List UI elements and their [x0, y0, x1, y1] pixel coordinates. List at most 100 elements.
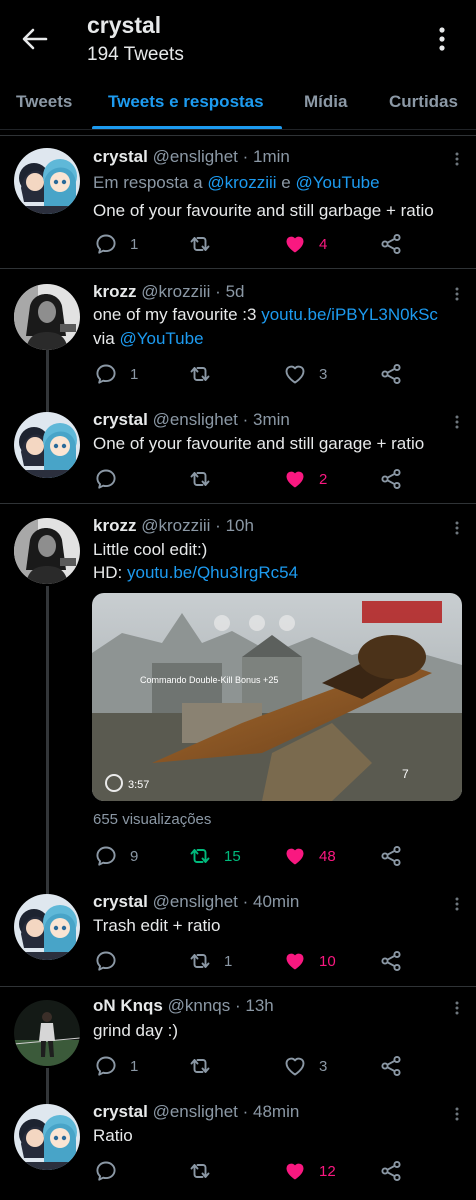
reply-prefix: Em resposta a	[93, 173, 203, 192]
tweet-menu-icon[interactable]	[452, 1106, 462, 1122]
tab-tweets[interactable]: Tweets	[16, 92, 72, 112]
share-icon	[379, 1159, 403, 1183]
tweet-menu-icon[interactable]	[452, 520, 462, 536]
timestamp: 13h	[245, 996, 274, 1015]
author-handle: @krozziii	[141, 282, 211, 301]
like-count: 3	[319, 1057, 328, 1075]
mention-link[interactable]: @YouTube	[119, 329, 203, 348]
mention-link[interactable]: @krozziii	[207, 173, 276, 192]
speech-bubble-icon	[94, 362, 118, 386]
reply-button[interactable]	[94, 467, 130, 491]
retweet-button[interactable]: 15	[188, 844, 241, 868]
author-name[interactable]: krozz	[93, 516, 136, 535]
vertical-dots-icon[interactable]	[432, 22, 452, 56]
reply-button[interactable]: 9	[94, 844, 138, 868]
share-icon	[379, 362, 403, 386]
tweet-text: Little cool edit:)	[93, 540, 208, 559]
heart-icon	[283, 844, 307, 868]
retweet-icon	[188, 232, 212, 256]
tweet-menu-icon[interactable]	[452, 896, 462, 912]
author-name[interactable]: crystal	[93, 892, 148, 911]
avatar[interactable]	[14, 894, 80, 960]
tweet-menu-icon[interactable]	[452, 1000, 462, 1016]
retweet-button[interactable]	[188, 1054, 224, 1078]
author-name[interactable]: oN Knqs	[93, 996, 163, 1015]
retweet-button[interactable]	[188, 467, 224, 491]
tab-media[interactable]: Mídia	[304, 92, 347, 112]
video-timer: 3:57	[128, 779, 149, 791]
share-button[interactable]	[379, 467, 403, 491]
tab-tweets-and-replies[interactable]: Tweets e respostas	[108, 92, 264, 112]
retweet-icon	[188, 362, 212, 386]
hd-label: HD:	[93, 563, 123, 582]
share-icon	[379, 949, 403, 973]
like-button[interactable]: 10	[283, 949, 336, 973]
tabs-divider	[0, 129, 476, 130]
author-handle: @krozziii	[141, 516, 211, 535]
retweet-button[interactable]	[188, 232, 224, 256]
avatar[interactable]	[14, 148, 80, 214]
share-button[interactable]	[379, 844, 403, 868]
reply-button[interactable]: 1	[94, 232, 138, 256]
speech-bubble-icon	[94, 844, 118, 868]
share-button[interactable]	[379, 1054, 403, 1078]
reply-button[interactable]: 1	[94, 1054, 138, 1078]
avatar[interactable]	[14, 284, 80, 350]
thread-line	[46, 1068, 49, 1104]
url-link[interactable]: youtu.be/iPBYL3N0kSc	[261, 305, 438, 324]
share-button[interactable]	[379, 362, 403, 386]
heart-icon	[283, 949, 307, 973]
avatar[interactable]	[14, 1000, 80, 1066]
url-link[interactable]: youtu.be/Qhu3IrgRc54	[127, 563, 298, 582]
share-button[interactable]	[379, 949, 403, 973]
share-button[interactable]	[379, 232, 403, 256]
separator: ·	[242, 410, 249, 429]
author-handle: @enslighet	[152, 147, 238, 166]
avatar[interactable]	[14, 412, 80, 478]
author-name[interactable]: crystal	[93, 147, 148, 166]
retweet-count: 1	[224, 952, 233, 970]
profile-name: crystal	[87, 12, 162, 38]
like-button[interactable]: 12	[283, 1159, 336, 1183]
like-button[interactable]: 3	[283, 1054, 327, 1078]
speech-bubble-icon	[94, 1159, 118, 1183]
reply-button[interactable]: 1	[94, 362, 138, 386]
tab-likes[interactable]: Curtidas	[389, 92, 458, 112]
like-count: 10	[319, 952, 336, 970]
video-thumbnail[interactable]: 3:57 Commando Double-Kill Bonus +25 7	[92, 593, 462, 801]
author-name[interactable]: crystal	[93, 1102, 148, 1121]
reply-button[interactable]	[94, 1159, 130, 1183]
author-name[interactable]: krozz	[93, 282, 136, 301]
author-name[interactable]: crystal	[93, 410, 148, 429]
author-handle: @enslighet	[152, 892, 238, 911]
share-icon	[379, 232, 403, 256]
divider	[0, 503, 476, 504]
like-button[interactable]: 48	[283, 844, 336, 868]
like-button[interactable]: 3	[283, 362, 327, 386]
reply-count: 1	[130, 365, 139, 383]
like-button[interactable]: 4	[283, 232, 327, 256]
retweet-button[interactable]: 1	[188, 949, 232, 973]
reply-button[interactable]	[94, 949, 130, 973]
avatar[interactable]	[14, 1104, 80, 1170]
tweet-count: 194 Tweets	[87, 44, 184, 65]
avatar[interactable]	[14, 518, 80, 584]
tweet-menu-icon[interactable]	[452, 286, 462, 302]
tweet-menu-icon[interactable]	[452, 414, 462, 430]
reply-and: e	[281, 173, 291, 192]
author-handle: @enslighet	[152, 410, 238, 429]
author-handle: @knnqs	[167, 996, 231, 1015]
reply-count: 9	[130, 847, 139, 865]
heart-icon	[283, 1054, 307, 1078]
share-button[interactable]	[379, 1159, 403, 1183]
tweet-text: grind day :)	[93, 1021, 179, 1040]
tweet-menu-icon[interactable]	[452, 151, 462, 167]
like-button[interactable]: 2	[283, 467, 327, 491]
retweet-button[interactable]	[188, 362, 224, 386]
retweet-icon	[188, 467, 212, 491]
retweet-button[interactable]	[188, 1159, 224, 1183]
heart-icon	[283, 1159, 307, 1183]
mention-link[interactable]: @YouTube	[296, 173, 380, 192]
back-arrow-icon[interactable]	[18, 22, 52, 56]
timestamp: 10h	[225, 516, 254, 535]
